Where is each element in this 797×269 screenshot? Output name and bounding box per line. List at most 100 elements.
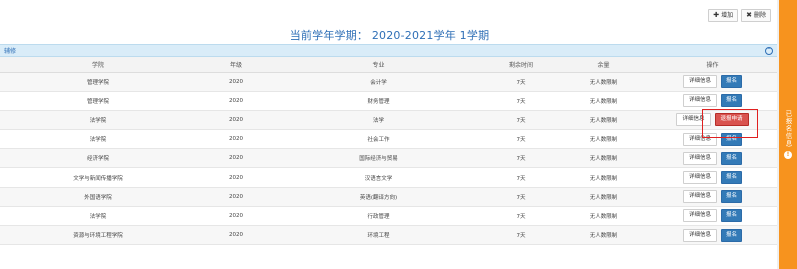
cell-grade: 2020: [196, 167, 276, 188]
cell-quota: 无人数限制: [561, 91, 646, 111]
row-actions: 详细信息 报名: [646, 132, 779, 146]
enroll-button[interactable]: 报名: [721, 171, 743, 185]
cell-quota: 无人数限制: [561, 167, 646, 188]
enroll-button[interactable]: 报名: [721, 75, 743, 89]
cell-time: 7天: [481, 72, 561, 92]
table-header-row: 学院 年级 专业 剩余时间 余量 操作: [0, 57, 779, 73]
toolbar: ✚ 增加 ✖ 删除: [708, 9, 771, 22]
cell-quota: 无人数限制: [561, 129, 646, 150]
detail-button[interactable]: 详细信息: [682, 132, 717, 146]
add-button[interactable]: ✚ 增加: [708, 9, 739, 22]
program-table: 学院 年级 专业 剩余时间 余量 操作 管理学院 2020 会计学 7天 无人数限制 详细…: [0, 57, 779, 246]
cell-quota: 无人数限制: [561, 110, 646, 131]
cell-actions: 详细信息 报名: [646, 148, 779, 169]
table-row: 外国语学院 2020 英语(翻译方向) 7天 无人数限制 详细信息 报名: [0, 187, 779, 207]
cell-quota: 无人数限制: [561, 225, 646, 246]
column-header-grade: 年级: [196, 57, 276, 73]
cell-quota: 无人数限制: [561, 206, 646, 227]
plus-icon: ✚: [713, 11, 720, 19]
cell-college: 管理学院: [0, 72, 196, 92]
enrolled-info-label: 已报名信息: [784, 109, 792, 148]
minor-panel: 辅修 ⌃ 学院 年级 专业 剩余时间 余量 操作 管理学院 2020 会计学 7天 无人…: [0, 44, 779, 246]
detail-button[interactable]: 详细信息: [682, 190, 717, 204]
row-actions: 详细信息 报名: [646, 75, 779, 89]
delete-button[interactable]: ✖ 删除: [741, 9, 771, 22]
enroll-button[interactable]: 报名: [721, 228, 743, 242]
withdraw-button[interactable]: 退报申请: [714, 113, 749, 127]
page: ✚ 增加 ✖ 删除 当前学年学期： 2020-2021学年 1学期 辅修 ⌃ 学…: [0, 0, 797, 269]
cell-actions: 详细信息 退报申请: [646, 110, 779, 131]
cell-college: 法学院: [0, 129, 196, 150]
close-icon: ✖: [746, 11, 752, 19]
cell-major: 国际经济与贸易: [276, 148, 481, 169]
panel-title: 辅修: [4, 48, 17, 55]
cell-major: 法学: [276, 110, 481, 131]
enroll-button[interactable]: 报名: [721, 190, 743, 204]
cell-college: 法学院: [0, 206, 196, 227]
cell-grade: 2020: [196, 225, 276, 246]
panel-header[interactable]: 辅修 ⌃: [0, 44, 779, 57]
detail-button[interactable]: 详细信息: [682, 228, 717, 242]
column-header-actions: 操作: [646, 57, 779, 73]
cell-quota: 无人数限制: [561, 187, 646, 207]
table-row: 文学与新闻传播学院 2020 汉语言文学 7天 无人数限制 详细信息 报名: [0, 167, 779, 188]
row-actions: 详细信息 报名: [646, 94, 779, 108]
cell-college: 资源与环境工程学院: [0, 225, 196, 246]
table-row: 资源与环境工程学院 2020 环境工程 7天 无人数限制 详细信息 报名: [0, 225, 779, 246]
cell-actions: 详细信息 报名: [646, 72, 779, 92]
table-row: 经济学院 2020 国际经济与贸易 7天 无人数限制 详细信息 报名: [0, 148, 779, 169]
cell-grade: 2020: [196, 206, 276, 227]
detail-button[interactable]: 详细信息: [682, 75, 717, 89]
column-header-major: 专业: [276, 57, 481, 73]
add-button-label: 增加: [721, 12, 734, 19]
cell-grade: 2020: [196, 110, 276, 131]
cell-grade: 2020: [196, 148, 276, 169]
column-header-quota: 余量: [561, 57, 646, 73]
table-row: 法学院 2020 社会工作 7天 无人数限制 详细信息 报名: [0, 129, 779, 150]
cell-time: 7天: [481, 129, 561, 150]
cell-major: 汉语言文学: [276, 167, 481, 188]
detail-button[interactable]: 详细信息: [682, 94, 717, 108]
enroll-button[interactable]: 报名: [721, 151, 743, 165]
cell-college: 外国语学院: [0, 187, 196, 207]
cell-college: 经济学院: [0, 148, 196, 169]
cell-actions: 详细信息 报名: [646, 91, 779, 111]
cell-major: 行政管理: [276, 206, 481, 227]
cell-grade: 2020: [196, 129, 276, 150]
collapse-icon[interactable]: ⌃: [765, 46, 773, 55]
row-actions: 详细信息 报名: [646, 171, 779, 185]
cell-time: 7天: [481, 187, 561, 207]
cell-time: 7天: [481, 206, 561, 227]
cell-time: 7天: [481, 148, 561, 169]
enrolled-info-tab[interactable]: 已报名信息 !: [779, 0, 797, 269]
detail-button[interactable]: 详细信息: [682, 209, 717, 223]
enroll-button[interactable]: 报名: [721, 94, 743, 108]
table-row: 管理学院 2020 会计学 7天 无人数限制 详细信息 报名: [0, 72, 779, 92]
row-actions: 详细信息 报名: [646, 228, 779, 242]
cell-grade: 2020: [196, 187, 276, 207]
delete-button-label: 删除: [753, 12, 766, 19]
cell-time: 7天: [481, 167, 561, 188]
cell-major: 社会工作: [276, 129, 481, 150]
detail-button[interactable]: 详细信息: [682, 151, 717, 165]
cell-grade: 2020: [196, 91, 276, 111]
cell-time: 7天: [481, 110, 561, 131]
cell-college: 法学院: [0, 110, 196, 131]
row-actions: 详细信息 退报申请: [646, 113, 779, 127]
cell-actions: 详细信息 报名: [646, 129, 779, 150]
row-actions: 详细信息 报名: [646, 151, 779, 165]
cell-college: 管理学院: [0, 91, 196, 111]
cell-grade: 2020: [196, 72, 276, 92]
row-actions: 详细信息 报名: [646, 190, 779, 204]
cell-actions: 详细信息 报名: [646, 225, 779, 246]
enroll-button[interactable]: 报名: [721, 132, 743, 146]
detail-button[interactable]: 详细信息: [682, 171, 717, 185]
cell-quota: 无人数限制: [561, 148, 646, 169]
enroll-button[interactable]: 报名: [721, 209, 743, 223]
info-icon: !: [784, 151, 792, 160]
row-actions: 详细信息 报名: [646, 209, 779, 223]
page-title: 当前学年学期： 2020-2021学年 1学期: [289, 29, 490, 42]
detail-button[interactable]: 详细信息: [676, 113, 711, 127]
column-header-college: 学院: [0, 57, 196, 73]
table-row: 法学院 2020 行政管理 7天 无人数限制 详细信息 报名: [0, 206, 779, 227]
